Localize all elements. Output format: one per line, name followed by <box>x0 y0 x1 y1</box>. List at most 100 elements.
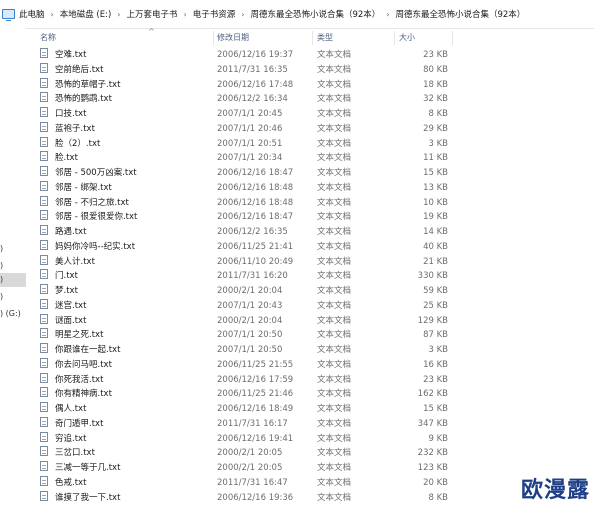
breadcrumb-separator[interactable]: › <box>386 10 389 19</box>
file-row[interactable]: 明星之死.txt 2007/1/1 20:50 文本文档 87 KB <box>26 328 594 343</box>
file-type: 文本文档 <box>317 50 352 60</box>
file-row[interactable]: 邻居 - 绑架.txt 2006/12/16 18:48 文本文档 13 KB <box>26 180 594 196</box>
file-row[interactable]: 邻居 - 很爱很爱你.txt 2006/12/16 18:47 文本文档 19 KB <box>26 210 594 225</box>
file-name[interactable]: 梦.txt <box>55 284 78 299</box>
nav-item-drive-g[interactable]: ) (G:) <box>0 307 26 321</box>
file-name[interactable]: 美人计.txt <box>55 255 95 270</box>
file-name[interactable]: 你有精神病.txt <box>55 387 112 402</box>
file-row[interactable]: 你跟谁在一起.txt 2007/1/1 20:50 文本文档 3 KB <box>26 343 594 358</box>
file-row[interactable]: 迷宫.txt 2007/1/1 20:43 文本文档 25 KB <box>26 298 594 314</box>
file-row[interactable]: 恐怖的草帽子.txt 2006/12/16 17:48 文本文档 18 KB <box>26 77 594 93</box>
file-name[interactable]: 迷宫.txt <box>55 299 86 314</box>
file-row[interactable]: 美人计.txt 2006/11/10 20:49 文本文档 21 KB <box>26 254 594 270</box>
file-row[interactable]: 三减一等于几.txt 2000/2/1 20:05 文本文档 123 KB <box>26 461 594 476</box>
file-row[interactable]: 穷追.txt 2006/12/16 19:41 文本文档 9 KB <box>26 431 594 447</box>
file-size: 123 KB <box>417 463 448 473</box>
file-size: 15 KB <box>423 404 448 414</box>
navigation-pane: ) ) ) ) ) (G:) <box>0 28 26 506</box>
column-divider[interactable] <box>312 31 313 45</box>
file-name[interactable]: 空前绝后.txt <box>55 63 103 78</box>
breadcrumb-item-collection[interactable]: 周德东最全恐怖小说合集（92本） <box>250 8 380 20</box>
file-name[interactable]: 妈妈你冷吗--纪实.txt <box>55 240 135 255</box>
file-row[interactable]: 路遇.txt 2006/12/2 16:35 文本文档 14 KB <box>26 225 594 240</box>
column-header-type[interactable]: 类型 <box>317 28 333 48</box>
file-row[interactable]: 奇门遁甲.txt 2011/7/31 16:17 文本文档 347 KB <box>26 416 594 432</box>
breadcrumb-item-ebooks[interactable]: 上万套电子书 <box>127 8 178 20</box>
file-row[interactable]: 空难.txt 2006/12/16 19:37 文本文档 23 KB <box>26 48 594 63</box>
column-header-date[interactable]: 修改日期 <box>217 28 249 48</box>
file-row[interactable]: 脸.txt 2007/1/1 20:34 文本文档 11 KB <box>26 151 594 166</box>
file-name[interactable]: 蓝袍子.txt <box>55 122 95 137</box>
file-name[interactable]: 恐怖的草帽子.txt <box>55 78 120 93</box>
column-divider[interactable] <box>213 31 214 45</box>
file-name[interactable]: 明星之死.txt <box>55 328 103 343</box>
file-name[interactable]: 口技.txt <box>55 107 86 122</box>
file-name[interactable]: 色戒.txt <box>55 476 86 491</box>
nav-item[interactable]: ) <box>0 259 26 273</box>
text-file-icon <box>40 225 48 235</box>
file-size: 14 KB <box>423 227 448 237</box>
file-name[interactable]: 邻居 - 绑架.txt <box>55 181 112 196</box>
nav-item[interactable]: ) <box>0 290 26 304</box>
file-name[interactable]: 恐怖的鹦鹉.txt <box>55 92 112 107</box>
breadcrumb-separator[interactable]: › <box>184 10 187 19</box>
file-row[interactable]: 你有精神病.txt 2006/11/25 21:46 文本文档 162 KB <box>26 387 594 402</box>
file-name[interactable]: 邻居 - 不归之旅.txt <box>55 196 129 211</box>
file-row[interactable]: 脸（2）.txt 2007/1/1 20:51 文本文档 3 KB <box>26 136 594 152</box>
file-name[interactable]: 邻居 - 很爱很爱你.txt <box>55 210 137 225</box>
column-divider[interactable] <box>394 31 395 45</box>
breadcrumb[interactable]: 此电脑 › 本地磁盘 (E:) › 上万套电子书 › 电子书资源 › 周德东最全… <box>0 0 594 29</box>
file-name[interactable]: 三岔口.txt <box>55 446 95 461</box>
file-row[interactable]: 空前绝后.txt 2011/7/31 16:35 文本文档 80 KB <box>26 62 594 78</box>
file-row[interactable]: 恐怖的鹦鹉.txt 2006/12/2 16:34 文本文档 32 KB <box>26 92 594 107</box>
file-row[interactable]: 门.txt 2011/7/31 16:20 文本文档 330 KB <box>26 269 594 284</box>
file-row[interactable]: 你去问马吧.txt 2006/11/25 21:55 文本文档 16 KB <box>26 357 594 373</box>
nav-item[interactable]: ) <box>0 242 26 256</box>
file-row[interactable]: 你死我活.txt 2006/12/16 17:59 文本文档 23 KB <box>26 372 594 388</box>
file-name[interactable]: 谁摸了我一下.txt <box>55 491 120 506</box>
file-name[interactable]: 路遇.txt <box>55 225 86 240</box>
breadcrumb-separator[interactable]: › <box>241 10 244 19</box>
file-name[interactable]: 邻居 - 500万凶案.txt <box>55 166 137 181</box>
file-name[interactable]: 谜面.txt <box>55 314 86 329</box>
file-modified-date: 2006/12/16 17:48 <box>217 79 294 90</box>
file-name[interactable]: 三减一等于几.txt <box>55 461 120 476</box>
file-name[interactable]: 你去问马吧.txt <box>55 358 112 373</box>
file-name[interactable]: 奇门遁甲.txt <box>55 417 103 432</box>
file-type: 文本文档 <box>317 168 352 178</box>
file-name[interactable]: 门.txt <box>55 269 78 284</box>
file-row[interactable]: 谜面.txt 2000/2/1 20:04 文本文档 129 KB <box>26 313 594 329</box>
file-row[interactable]: 邻居 - 500万凶案.txt 2006/12/16 18:47 文本文档 15 KB <box>26 166 594 181</box>
breadcrumb-separator[interactable]: › <box>117 10 120 19</box>
file-name[interactable]: 脸.txt <box>55 151 78 166</box>
file-row[interactable]: 蓝袍子.txt 2007/1/1 20:46 文本文档 29 KB <box>26 121 594 137</box>
file-name[interactable]: 你死我活.txt <box>55 373 103 388</box>
column-header-size[interactable]: 大小 <box>399 28 415 48</box>
file-row[interactable]: 三岔口.txt 2000/2/1 20:05 文本文档 232 KB <box>26 446 594 461</box>
breadcrumb-item-ebook-resources[interactable]: 电子书资源 <box>193 8 236 20</box>
breadcrumb-item-local-disk[interactable]: 本地磁盘 (E:) <box>60 8 112 20</box>
text-file-icon <box>40 284 48 294</box>
file-name[interactable]: 你跟谁在一起.txt <box>55 343 120 358</box>
file-name[interactable]: 空难.txt <box>55 48 86 63</box>
file-name[interactable]: 穷追.txt <box>55 432 86 447</box>
file-row[interactable]: 口技.txt 2007/1/1 20:45 文本文档 8 KB <box>26 107 594 122</box>
file-name[interactable]: 脸（2）.txt <box>55 137 100 152</box>
file-row[interactable]: 邻居 - 不归之旅.txt 2006/12/16 18:48 文本文档 10 KB <box>26 195 594 211</box>
nav-item-selected[interactable]: ) <box>0 273 26 287</box>
breadcrumb-item-current-folder[interactable]: 周德东最全恐怖小说合集（92本） <box>395 8 525 20</box>
column-divider[interactable] <box>452 31 453 45</box>
breadcrumb-separator[interactable]: › <box>51 10 54 19</box>
file-row[interactable]: 谁摸了我一下.txt 2006/12/16 19:36 文本文档 8 KB <box>26 490 594 506</box>
file-type: 文本文档 <box>317 109 352 119</box>
file-size: 23 KB <box>423 374 448 385</box>
file-row[interactable]: 色戒.txt 2011/7/31 16:47 文本文档 20 KB <box>26 475 594 491</box>
file-type: 文本文档 <box>317 271 352 282</box>
file-row[interactable]: 梦.txt 2000/2/1 20:04 文本文档 59 KB <box>26 284 594 299</box>
breadcrumb-item-this-pc[interactable]: 此电脑 <box>19 8 45 20</box>
column-header-name[interactable]: 名称 <box>40 28 56 48</box>
file-name[interactable]: 偶人.txt <box>55 402 86 417</box>
file-row[interactable]: 妈妈你冷吗--纪实.txt 2006/11/25 21:41 文本文档 40 KB <box>26 239 594 255</box>
file-size: 16 KB <box>423 359 448 370</box>
file-row[interactable]: 偶人.txt 2006/12/16 18:49 文本文档 15 KB <box>26 402 594 417</box>
